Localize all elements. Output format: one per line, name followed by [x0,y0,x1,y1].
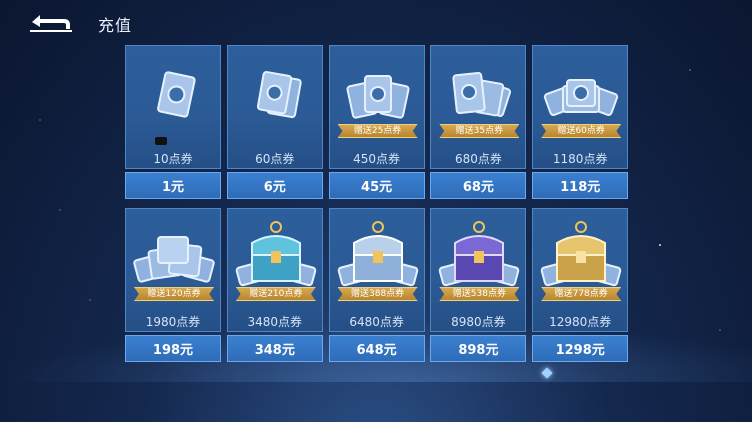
price-button[interactable]: 348元 [226,335,323,362]
coupon-amount: 60点券 [255,152,295,166]
coupon-amount: 12980点券 [549,315,612,329]
card-body: 赠送120点券 1980点券 [125,208,221,332]
price-label: 1元 [161,180,185,195]
price-label: 1298元 [555,343,605,358]
recharge-card-12980[interactable]: 赠送778点券 12980点券 1298元 [532,208,629,362]
recharge-card-10[interactable]: 10点券 1元 [125,45,221,199]
recharge-card-1180[interactable]: 赠送60点券 1180点券 118元 [532,45,629,199]
bonus-ribbon: 赠送388点券 [337,287,418,301]
card-body: 赠送778点券 12980点券 [532,208,629,332]
price-button[interactable]: 45元 [328,172,425,199]
price-label: 6元 [263,180,286,195]
small-badge-icon [155,137,167,145]
coupon-amount: 1980点券 [145,315,201,329]
card-body: 60点券 [226,45,323,169]
coupon-card-icon [157,71,196,118]
coupon-amount: 6480点券 [349,315,404,329]
card-body: 赠送25点券 450点券 [328,45,425,169]
coupon-amount: 8980点券 [451,315,506,329]
coupon-amount: 3480点券 [247,315,303,329]
price-button[interactable]: 6元 [226,172,323,199]
coupon-amount: 680点券 [454,152,502,166]
card-body: 赠送538点券 8980点券 [430,208,527,332]
coupon-amount: 1180点券 [552,152,608,166]
bonus-ribbon: 赠送35点券 [439,124,520,138]
recharge-card-60[interactable]: 60点券 6元 [226,45,323,199]
recharge-card-8980[interactable]: 赠送538点券 8980点券 898元 [430,208,527,362]
recharge-grid: 10点券 1元 60点券 6元 赠送25点券 450点券 45元 赠送35点券 … [125,45,629,371]
price-button[interactable]: 68元 [430,172,527,199]
coupon-amount: 450点券 [353,152,401,166]
header-bar: 充值 [0,0,752,40]
price-label: 45元 [361,180,393,195]
price-button[interactable]: 118元 [532,172,629,199]
price-button[interactable]: 1298元 [532,335,629,362]
price-button[interactable]: 1元 [125,172,221,199]
price-label: 118元 [560,180,601,195]
card-body: 10点券 [125,45,221,169]
card-body: 赠送60点券 1180点券 [532,45,629,169]
recharge-row: 赠送120点券 1980点券 198元 赠送210点券 3480点券 348元 … [125,208,629,362]
price-label: 68元 [462,180,494,195]
recharge-row: 10点券 1元 60点券 6元 赠送25点券 450点券 45元 赠送35点券 … [125,45,629,199]
bonus-ribbon: 赠送778点券 [541,287,622,301]
page-title: 充值 [98,16,133,35]
bonus-ribbon: 赠送120点券 [134,287,214,301]
recharge-card-3480[interactable]: 赠送210点券 3480点券 348元 [226,208,323,362]
card-body: 赠送210点券 3480点券 [226,208,323,332]
back-arrow-icon[interactable] [26,11,74,33]
bonus-ribbon: 赠送25点券 [337,124,418,138]
coupon-amount: 10点券 [153,152,193,166]
recharge-card-6480[interactable]: 赠送388点券 6480点券 648元 [328,208,425,362]
bonus-ribbon: 赠送210点券 [235,287,316,301]
recharge-card-450[interactable]: 赠送25点券 450点券 45元 [328,45,425,199]
price-label: 348元 [254,343,295,358]
recharge-card-1980[interactable]: 赠送120点券 1980点券 198元 [125,208,221,362]
card-body: 赠送35点券 680点券 [430,45,527,169]
coupon-cards-icon [256,71,302,119]
recharge-card-680[interactable]: 赠送35点券 680点券 68元 [430,45,527,199]
bonus-ribbon: 赠送538点券 [439,287,520,301]
price-label: 898元 [458,343,499,358]
bonus-ribbon: 赠送60点券 [541,124,622,138]
price-button[interactable]: 648元 [328,335,425,362]
price-button[interactable]: 198元 [125,335,221,362]
price-label: 648元 [356,343,397,358]
price-label: 198元 [152,343,194,358]
price-button[interactable]: 898元 [430,335,527,362]
card-body: 赠送388点券 6480点券 [328,208,425,332]
